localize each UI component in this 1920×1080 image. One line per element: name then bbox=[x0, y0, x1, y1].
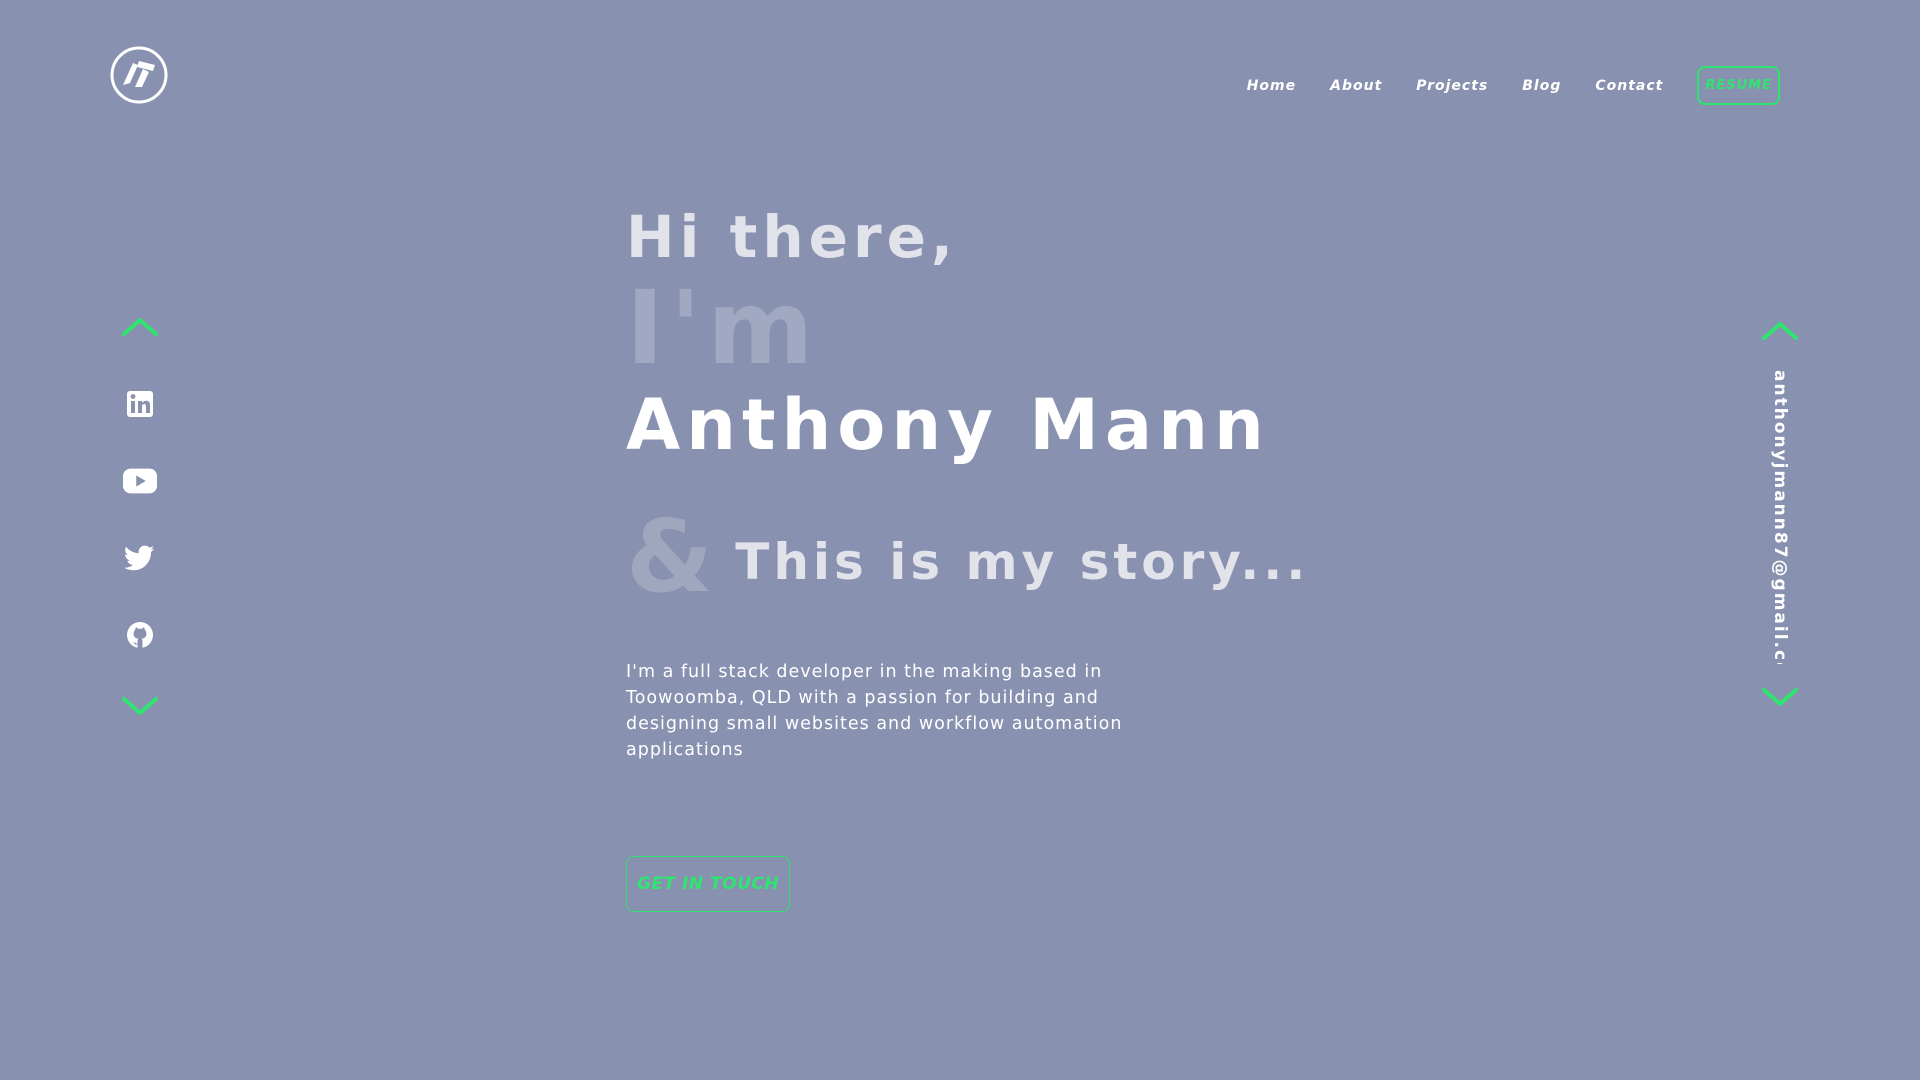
github-link[interactable] bbox=[122, 617, 158, 653]
social-sidebar bbox=[116, 314, 164, 719]
chevron-up-icon[interactable] bbox=[1760, 318, 1800, 342]
email-link[interactable]: anthonyjmann87@gmail.com bbox=[1770, 370, 1790, 664]
hero-section: Hi there, I'm Anthony Mann & This is my … bbox=[626, 203, 1386, 913]
greeting-heading: Hi there, bbox=[626, 203, 958, 271]
nav-projects[interactable]: Projects bbox=[1416, 78, 1488, 94]
twitter-icon bbox=[125, 545, 154, 571]
ampersand-text: & bbox=[626, 497, 714, 615]
nav-about[interactable]: About bbox=[1330, 78, 1382, 94]
linkedin-link[interactable] bbox=[122, 386, 158, 422]
story-row: & This is my story... bbox=[626, 497, 1386, 615]
resume-button[interactable]: RESUME bbox=[1697, 66, 1780, 105]
chevron-up-icon[interactable] bbox=[120, 314, 160, 338]
youtube-icon bbox=[122, 468, 158, 494]
get-in-touch-button[interactable]: GET IN TOUCH bbox=[626, 856, 791, 913]
main-nav: Home About Projects Blog Contact RESUME bbox=[1213, 66, 1780, 105]
chevron-down-icon[interactable] bbox=[1760, 686, 1800, 710]
youtube-link[interactable] bbox=[122, 463, 158, 499]
nav-blog[interactable]: Blog bbox=[1522, 78, 1561, 94]
name-heading: Anthony Mann bbox=[626, 384, 1270, 466]
nav-contact[interactable]: Contact bbox=[1595, 78, 1663, 94]
twitter-link[interactable] bbox=[122, 540, 158, 576]
logo-icon bbox=[110, 46, 168, 104]
chevron-down-icon[interactable] bbox=[120, 695, 160, 719]
linkedin-icon bbox=[127, 391, 153, 417]
logo[interactable] bbox=[109, 45, 169, 105]
nav-home[interactable]: Home bbox=[1247, 78, 1296, 94]
email-sidebar: anthonyjmann87@gmail.com bbox=[1756, 318, 1804, 710]
story-heading: This is my story... bbox=[735, 532, 1310, 591]
github-icon bbox=[127, 622, 153, 648]
intro-description: I'm a full stack developer in the making… bbox=[626, 661, 1123, 760]
im-text: I'm bbox=[626, 269, 820, 388]
